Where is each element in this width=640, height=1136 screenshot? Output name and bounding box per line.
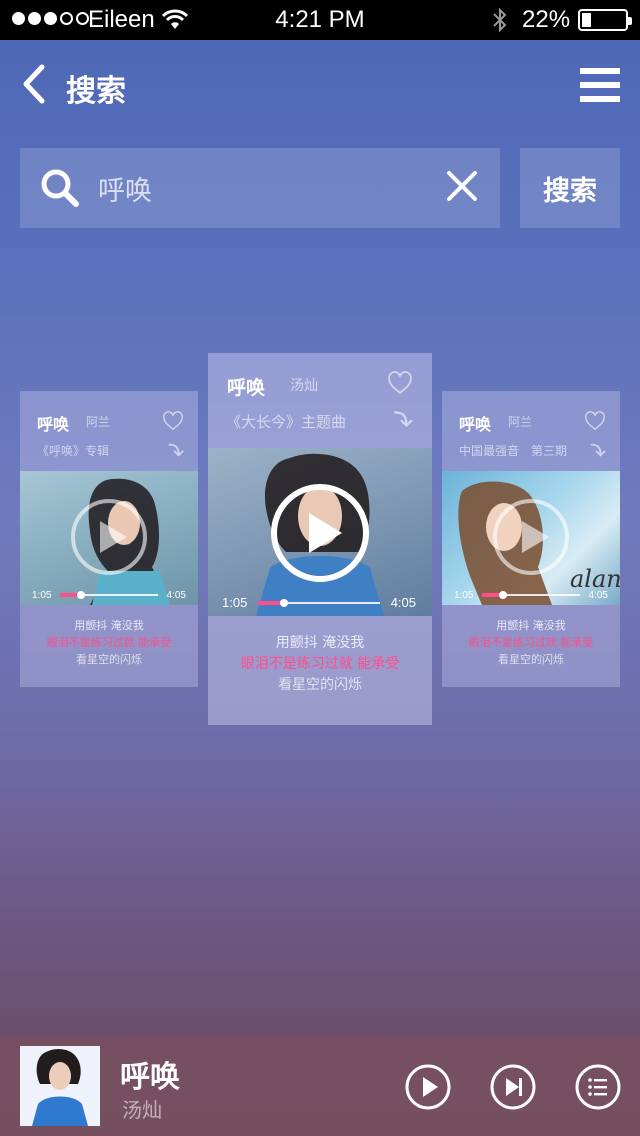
search-input[interactable] [98,166,428,210]
song-subtitle: 《呼唤》专辑 [37,444,110,458]
share-arrow-icon[interactable] [166,441,184,459]
lyrics: 用颤抖 淹没我 眼泪不是练习过就 能承受 看星空的闪烁 [442,617,620,668]
singer-photo [32,1048,88,1126]
lyric-line: 用颤抖 淹没我 [74,619,144,632]
lyric-line-current: 眼泪不是练习过就 能承受 [46,636,172,649]
battery-icon [578,9,632,31]
album-cover: 1:05 4:05 [20,471,198,605]
song-artist: 汤灿 [290,378,318,394]
play-icon[interactable] [405,1064,451,1110]
menu-icon[interactable] [580,68,620,102]
song-artist: 阿兰 [508,415,533,429]
time-end: 4:05 [166,590,186,601]
player-cover[interactable] [20,1046,100,1126]
time-start: 1:05 [32,590,52,601]
lyric-line: 用颤抖 淹没我 [275,635,365,651]
back-icon[interactable] [18,64,50,104]
time-end: 4:05 [390,595,416,610]
share-arrow-icon[interactable] [391,408,413,430]
album-cover: 1:05 4:05 [208,448,432,616]
cover-text: alan [570,565,620,593]
lyric-line: 看星空的闪烁 [278,677,362,693]
heart-icon[interactable] [162,411,184,431]
lyrics: 用颤抖 淹没我 眼泪不是练习过就 能承受 看星空的闪烁 [20,617,198,668]
song-title: 呼唤 [37,415,70,434]
mini-player[interactable]: 呼唤 汤灿 [0,1036,640,1136]
clear-icon[interactable] [446,170,478,202]
page-title: 搜索 [66,74,126,109]
heart-icon[interactable] [387,371,413,395]
play-icon[interactable] [491,497,571,577]
share-arrow-icon[interactable] [588,441,606,459]
lyric-line: 看星空的闪烁 [76,653,142,666]
play-icon[interactable] [69,497,149,577]
time-start: 1:05 [454,590,474,601]
search-box [20,148,500,228]
play-icon[interactable] [269,482,371,584]
song-title: 呼唤 [227,377,266,399]
search-icon [41,169,79,207]
lyric-line-current: 眼泪不是练习过就 能承受 [468,636,594,649]
progress-bar[interactable] [60,591,158,599]
song-subtitle: 《大长今》主题曲 [226,413,347,431]
song-card-center[interactable]: 呼唤 汤灿 《大长今》主题曲 1:05 4:05 用颤抖 淹没我 眼泪不是练习过… [208,353,432,725]
search-button[interactable]: 搜索 [520,148,620,228]
song-artist: 阿兰 [86,415,111,429]
song-title: 呼唤 [459,415,492,434]
album-cover: alan 1:05 4:05 [442,471,620,605]
progress-bar[interactable] [258,599,380,607]
player-song-title: 呼唤 [120,1060,180,1095]
song-card-left[interactable]: 呼唤 阿兰 《呼唤》专辑 1:05 4:05 用颤抖 淹没我 眼泪不是练习过就 … [20,391,198,687]
heart-icon[interactable] [584,411,606,431]
battery-percentage: 22% [522,6,571,33]
time-end: 4:05 [588,590,608,601]
lyrics: 用颤抖 淹没我 眼泪不是练习过就 能承受 看星空的闪烁 [208,633,432,696]
status-bar: Eileen 4:21 PM 22% [0,0,640,40]
player-artist: 汤灿 [122,1098,162,1122]
song-card-right[interactable]: 呼唤 阿兰 中国最强音 第三期 alan 1:05 4:05 用颤抖 淹没我 眼… [442,391,620,687]
lyric-line-current: 眼泪不是练习过就 能承受 [240,656,400,672]
time-start: 1:05 [222,595,248,610]
lyric-line: 用颤抖 淹没我 [496,619,566,632]
song-subtitle: 中国最强音 第三期 [459,444,568,458]
next-icon[interactable] [490,1064,536,1110]
playlist-icon[interactable] [575,1064,621,1110]
bluetooth-icon [493,7,507,33]
progress-bar[interactable] [482,591,580,599]
lyric-line: 看星空的闪烁 [498,653,564,666]
